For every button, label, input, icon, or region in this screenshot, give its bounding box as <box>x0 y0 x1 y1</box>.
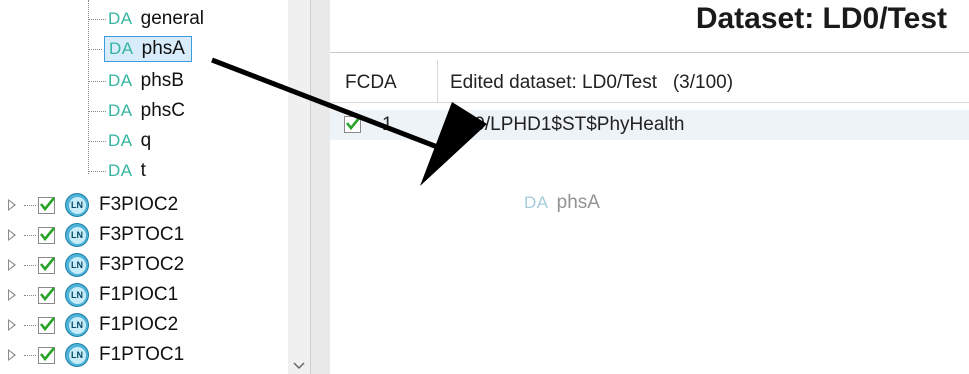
drag-arrow <box>211 57 487 186</box>
